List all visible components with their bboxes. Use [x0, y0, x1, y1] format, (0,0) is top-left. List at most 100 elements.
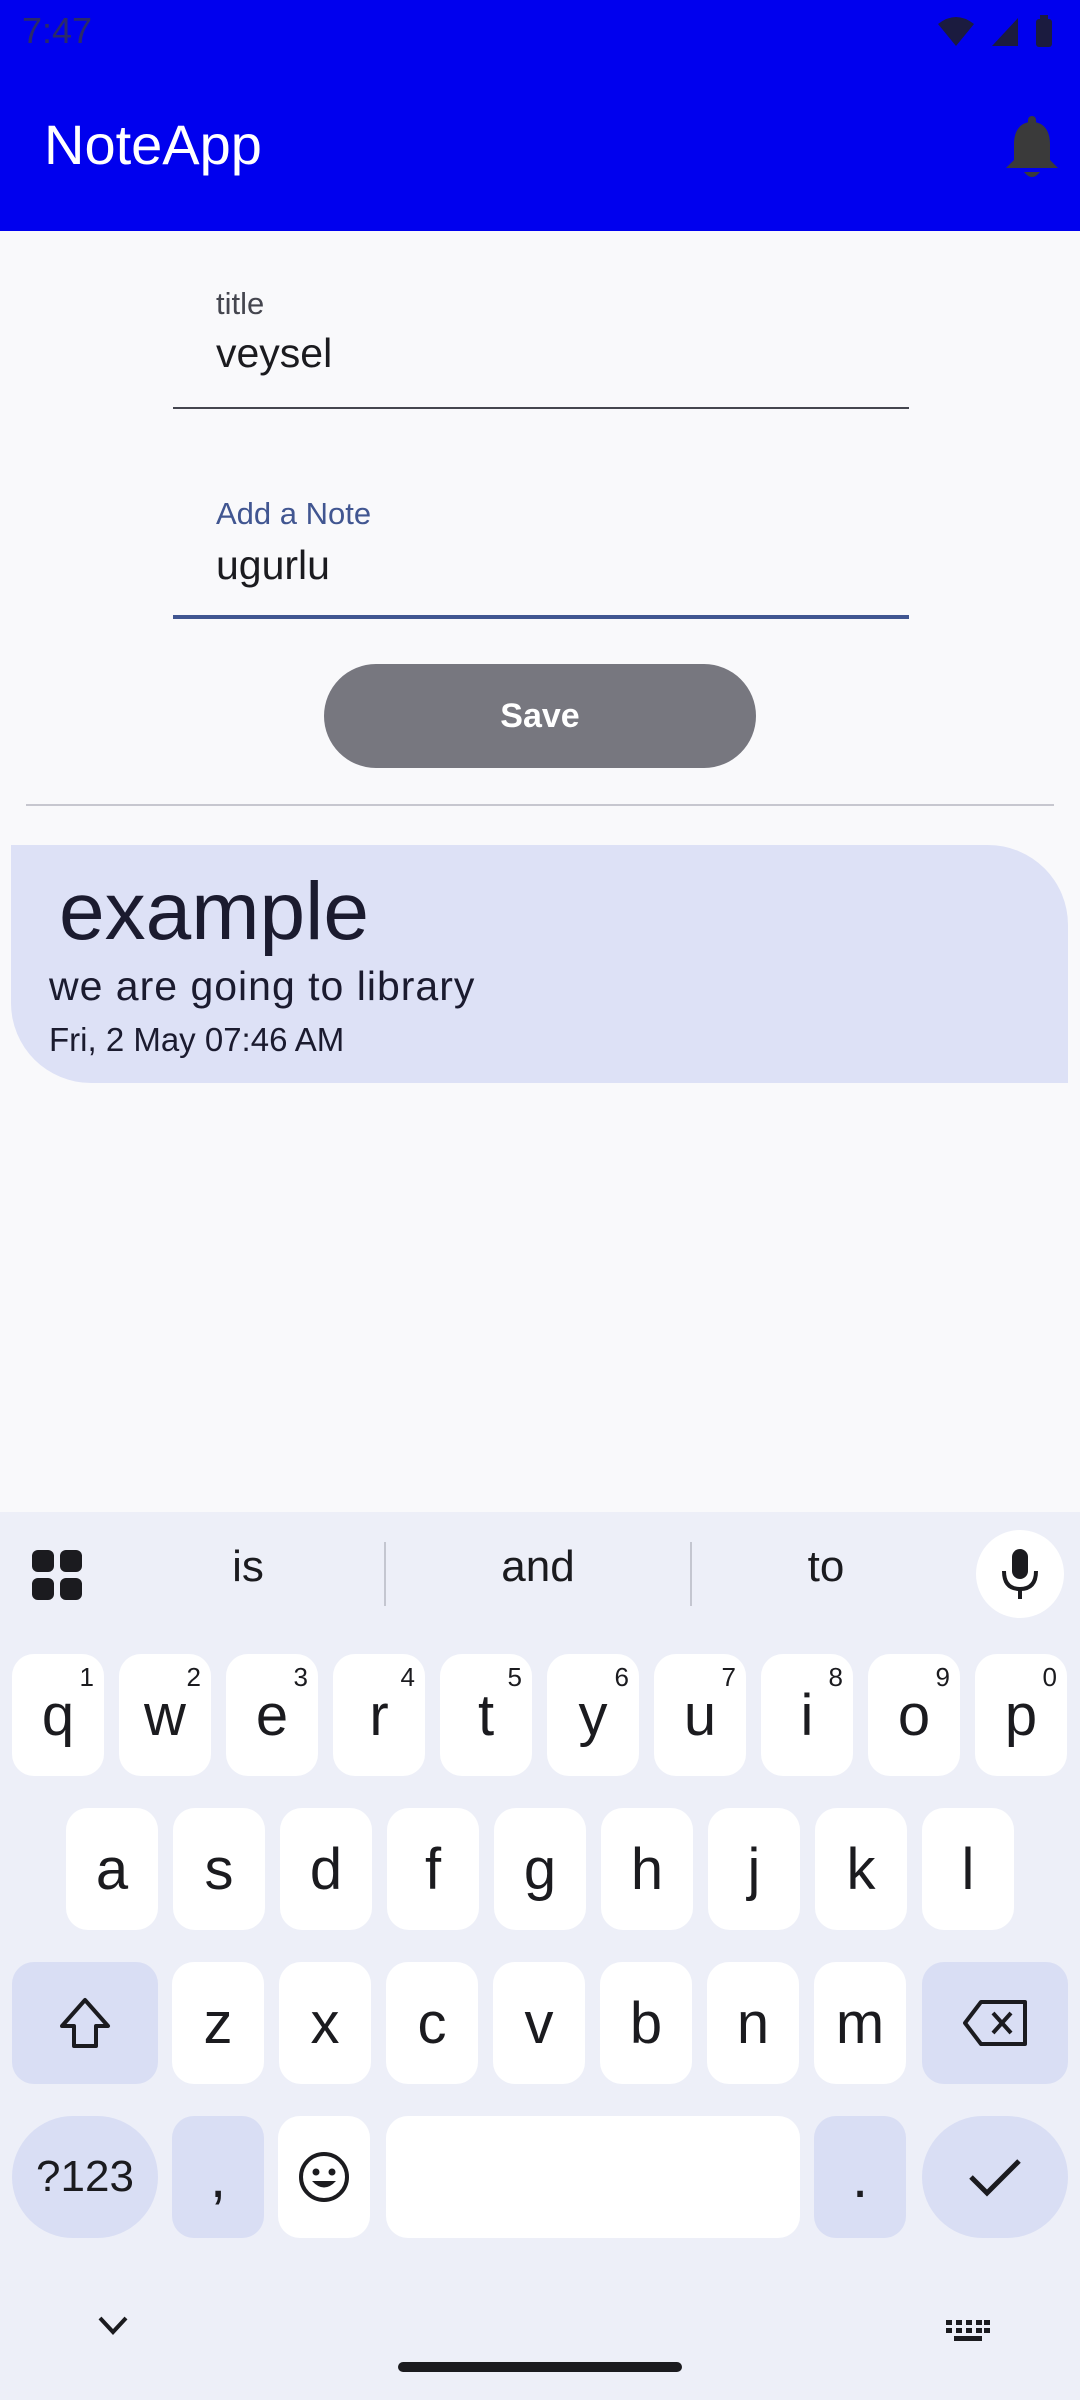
key-s[interactable]: s	[173, 1808, 265, 1930]
key-w[interactable]: w2	[119, 1654, 211, 1776]
key-label: b	[629, 1990, 663, 2056]
key-label: e	[255, 1682, 289, 1748]
key-label: r	[369, 1682, 389, 1748]
key-j[interactable]: j	[708, 1808, 800, 1930]
key-hint: 0	[1042, 1662, 1057, 1692]
microphone-icon	[1002, 1549, 1038, 1599]
key-l[interactable]: l	[922, 1808, 1014, 1930]
save-button[interactable]: Save	[324, 664, 756, 768]
emoji-key[interactable]	[278, 2116, 370, 2238]
key-z[interactable]: z	[172, 1962, 264, 2084]
note-field[interactable]: Add a Note ugurlu	[173, 480, 909, 620]
title-field[interactable]: title veysel	[173, 270, 909, 410]
key-u[interactable]: u7	[654, 1654, 746, 1776]
shift-key[interactable]	[12, 1962, 158, 2084]
key-i[interactable]: i8	[761, 1654, 853, 1776]
suggestion-2[interactable]: and	[438, 1542, 638, 1592]
key-e[interactable]: e3	[226, 1654, 318, 1776]
key-label: a	[95, 1836, 129, 1902]
key-label: u	[683, 1682, 717, 1748]
key-r[interactable]: r4	[333, 1654, 425, 1776]
note-field-value[interactable]: ugurlu	[216, 542, 330, 589]
key-hint: 4	[400, 1662, 415, 1692]
key-label: z	[203, 1990, 233, 2056]
comma-key[interactable]: ,	[172, 2116, 264, 2238]
title-field-label: title	[216, 286, 265, 321]
key-o[interactable]: o9	[868, 1654, 960, 1776]
key-m[interactable]: m	[814, 1962, 906, 2084]
suggestion-3[interactable]: to	[726, 1542, 926, 1592]
key-c[interactable]: c	[386, 1962, 478, 2084]
key-label: g	[523, 1836, 557, 1902]
note-body: we are going to library	[49, 963, 476, 1009]
key-y[interactable]: y6	[547, 1654, 639, 1776]
top-app-bar: 7:47 NoteApp	[0, 0, 1080, 231]
shift-icon	[60, 1998, 110, 2048]
note-title: example	[59, 866, 369, 957]
key-p[interactable]: p0	[975, 1654, 1067, 1776]
keyboard-apps-icon[interactable]	[30, 1548, 84, 1602]
key-a[interactable]: a	[66, 1808, 158, 1930]
backspace-icon	[963, 2000, 1027, 2046]
title-field-underline	[173, 407, 909, 409]
key-hint: 7	[721, 1662, 736, 1692]
key-x[interactable]: x	[279, 1962, 371, 2084]
suggestion-divider	[690, 1542, 692, 1606]
key-f[interactable]: f	[387, 1808, 479, 1930]
app-title: NoteApp	[44, 113, 262, 176]
key-label: i	[800, 1682, 814, 1748]
status-icons	[936, 12, 1054, 52]
key-label: d	[309, 1836, 343, 1902]
key-label: x	[310, 1990, 340, 2056]
key-h[interactable]: h	[601, 1808, 693, 1930]
key-v[interactable]: v	[493, 1962, 585, 2084]
key-q[interactable]: q1	[12, 1654, 104, 1776]
period-key[interactable]: .	[814, 2116, 906, 2238]
soft-keyboard: is and to ?123 , . q 1 w 2 e 3 r 4 t 5 y…	[0, 1512, 1080, 2400]
suggestion-bar: is and to	[0, 1512, 1080, 1632]
key-hint: 6	[614, 1662, 629, 1692]
key-label: m	[835, 1990, 885, 2056]
key-label: k	[846, 1836, 876, 1902]
note-date: Fri, 2 May 07:46 AM	[49, 1021, 345, 1058]
home-indicator[interactable]	[398, 2362, 682, 2372]
key-t[interactable]: t5	[440, 1654, 532, 1776]
key-label: l	[961, 1836, 975, 1902]
key-label: s	[204, 1836, 234, 1902]
key-n[interactable]: n	[707, 1962, 799, 2084]
checkmark-icon	[969, 2159, 1021, 2197]
note-card[interactable]: example we are going to library Fri, 2 M…	[11, 845, 1068, 1083]
key-hint: 1	[79, 1662, 94, 1692]
space-key[interactable]	[386, 2116, 800, 2238]
key-hint: 2	[186, 1662, 201, 1692]
key-hint: 5	[507, 1662, 522, 1692]
key-b[interactable]: b	[600, 1962, 692, 2084]
enter-key[interactable]	[922, 2116, 1068, 2238]
divider	[26, 804, 1054, 806]
key-label: c	[417, 1990, 447, 2056]
key-label: t	[477, 1682, 495, 1748]
key-label: f	[424, 1836, 442, 1902]
suggestion-divider	[384, 1542, 386, 1606]
key-label: h	[630, 1836, 664, 1902]
key-label: j	[747, 1836, 761, 1902]
voice-input-button[interactable]	[976, 1530, 1064, 1618]
notification-bell-icon[interactable]	[1002, 116, 1062, 182]
wifi-icon	[938, 17, 974, 46]
key-d[interactable]: d	[280, 1808, 372, 1930]
backspace-key[interactable]	[922, 1962, 1068, 2084]
key-k[interactable]: k	[815, 1808, 907, 1930]
title-field-value[interactable]: veysel	[216, 330, 332, 377]
suggestion-1[interactable]: is	[148, 1542, 348, 1592]
key-label: n	[736, 1990, 770, 2056]
note-field-underline	[173, 615, 909, 619]
keyboard-switch-icon[interactable]	[946, 2320, 990, 2342]
key-label: v	[524, 1990, 554, 2056]
key-g[interactable]: g	[494, 1808, 586, 1930]
key-label: y	[578, 1682, 608, 1748]
hide-keyboard-chevron-icon[interactable]	[96, 2314, 130, 2338]
note-field-label: Add a Note	[216, 496, 372, 531]
key-label: q	[41, 1682, 75, 1748]
symbols-key[interactable]: ?123	[12, 2116, 158, 2238]
status-time: 7:47	[22, 10, 93, 51]
